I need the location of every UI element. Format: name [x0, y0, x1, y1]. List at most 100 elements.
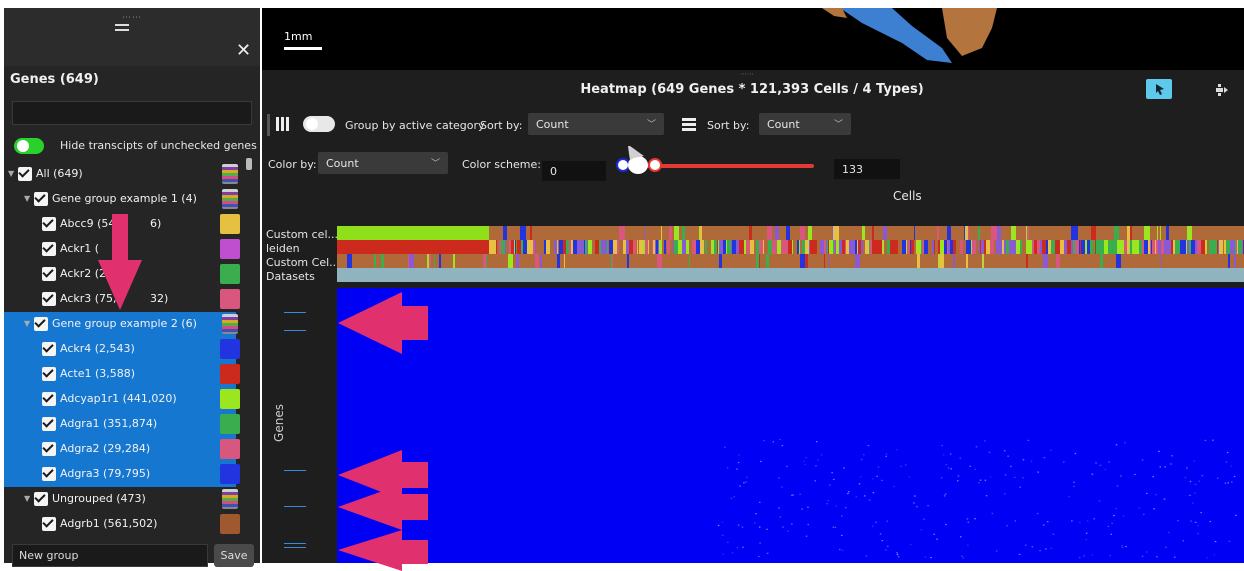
track-leiden [337, 240, 1244, 254]
gene-color-swatch[interactable] [220, 339, 240, 359]
export-icon[interactable] [1214, 82, 1230, 98]
gene-tree-row[interactable]: ▼ Ungrouped (473) [4, 487, 238, 512]
gene-color-swatch[interactable] [222, 164, 238, 184]
gene-tree-row[interactable]: Adgrb1 (561,502) [4, 512, 240, 537]
gene-tree-row[interactable]: Adcyap1r1 (441,020) [4, 387, 240, 412]
close-icon[interactable]: ✕ [236, 40, 251, 61]
caret-down-icon[interactable]: ▼ [24, 319, 30, 328]
gene-tick [284, 547, 306, 548]
hide-transcripts-toggle[interactable] [14, 138, 44, 154]
gene-color-swatch[interactable] [220, 464, 240, 484]
gene-checkbox[interactable] [42, 391, 56, 406]
spatial-view[interactable]: 1mm [262, 8, 1244, 70]
new-group-input[interactable]: New group [12, 544, 208, 567]
sort-by-value-cells: Count [536, 118, 569, 131]
gene-tree-row[interactable]: Adgra1 (351,874) [4, 412, 240, 437]
drag-handle-dots[interactable]: ⋯⋯ [122, 13, 142, 23]
gene-checkbox[interactable] [42, 291, 56, 306]
gene-tree-row[interactable]: ▼ Gene group example 2 (6) [4, 312, 238, 337]
gene-color-swatch[interactable] [222, 314, 238, 334]
track-label-leiden: leiden [266, 242, 300, 255]
gene-tree-row[interactable]: Ackr4 (2,543) [4, 337, 240, 362]
gene-checkbox[interactable] [42, 266, 56, 281]
gene-tree-row[interactable]: ▼ Gene group example 1 (4) [4, 187, 238, 212]
track-custom-cell [337, 226, 1244, 240]
heatmap-speckle [717, 438, 1237, 559]
chevron-down-icon: ﹀ [430, 159, 440, 169]
range-min-input[interactable]: 0 [542, 161, 606, 181]
gene-tree-label: Adgra2 (29,284) [60, 442, 151, 455]
gene-checkbox[interactable] [34, 316, 48, 331]
sort-by-select-cells[interactable]: Count ﹀ [528, 113, 664, 135]
annotation-tracks[interactable] [337, 226, 1244, 284]
gene-color-swatch[interactable] [220, 264, 240, 284]
save-button[interactable]: Save [214, 544, 254, 567]
annotation-arrow-left [338, 530, 428, 571]
gene-tree-label: Adgra3 (79,795) [60, 467, 151, 480]
gene-tree-label-suffix: 32) [150, 292, 169, 305]
gene-tick [284, 312, 306, 313]
gene-color-swatch[interactable] [220, 414, 240, 434]
gene-color-swatch[interactable] [220, 439, 240, 459]
pointer-icon [628, 146, 644, 160]
gene-checkbox[interactable] [42, 341, 56, 356]
caret-down-icon[interactable]: ▼ [8, 169, 14, 178]
scale-bar [284, 47, 322, 50]
gene-tree-row[interactable]: Adgra3 (79,795) [4, 462, 240, 487]
heatmap-title: Heatmap (649 Genes * 121,393 Cells / 4 T… [580, 82, 924, 97]
gene-color-swatch[interactable] [220, 514, 240, 534]
gene-checkbox[interactable] [18, 166, 32, 181]
gene-tick [284, 543, 306, 544]
gene-checkbox[interactable] [42, 516, 56, 531]
menu-icon[interactable] [115, 24, 129, 34]
gene-tree-label: All (649) [36, 167, 83, 180]
sort-by-label-cells: Sort by: [480, 119, 523, 132]
track-datasets [337, 268, 1244, 282]
rows-icon[interactable] [682, 116, 696, 135]
hide-transcripts-label: Hide transcipts of unchecked genes [60, 139, 257, 152]
gene-tree-row[interactable]: Adgra2 (29,284) [4, 437, 240, 462]
tissue-image [822, 8, 997, 63]
gene-checkbox[interactable] [42, 366, 56, 381]
gene-color-swatch[interactable] [220, 364, 240, 384]
tree-scrollbar[interactable] [246, 158, 252, 170]
caret-down-icon[interactable]: ▼ [24, 194, 30, 203]
sort-by-select-genes[interactable]: Count ﹀ [759, 113, 851, 135]
gene-checkbox[interactable] [42, 416, 56, 431]
gene-tree-row[interactable]: ▼ All (649) [4, 162, 238, 187]
gene-tree-label: Ungrouped (473) [52, 492, 146, 505]
gene-color-swatch[interactable] [220, 239, 240, 259]
color-by-select[interactable]: Count ﹀ [318, 152, 448, 174]
select-tool-button[interactable] [1146, 79, 1172, 99]
track-custom-cell-2 [337, 254, 1244, 268]
gene-checkbox[interactable] [42, 466, 56, 481]
gene-color-swatch[interactable] [220, 289, 240, 309]
gene-search-input[interactable] [12, 101, 252, 125]
gene-tick [284, 470, 306, 471]
gene-tree-label: Ackr1 ( [60, 242, 100, 255]
caret-down-icon[interactable]: ▼ [24, 494, 30, 503]
sort-by-value-genes: Count [767, 118, 800, 131]
panel-drag-handle[interactable]: ⋯⋯ [740, 70, 754, 78]
gene-tree-row[interactable]: Acte1 (3,588) [4, 362, 240, 387]
gene-tree-label: Ackr4 (2,543) [60, 342, 135, 355]
heatmap-canvas[interactable] [337, 288, 1244, 563]
gene-tree-label: Gene group example 1 (4) [52, 192, 197, 205]
range-max-input[interactable]: 133 [834, 159, 900, 179]
gene-color-swatch[interactable] [220, 389, 240, 409]
gene-tick [284, 330, 306, 331]
annotation-arrow-left [338, 292, 428, 354]
group-by-category-toggle[interactable] [303, 116, 335, 132]
gene-checkbox[interactable] [34, 191, 48, 206]
gene-color-swatch[interactable] [222, 189, 238, 209]
gene-tree-label-suffix: 6) [150, 217, 162, 230]
gene-checkbox[interactable] [42, 441, 56, 456]
columns-icon[interactable] [276, 116, 290, 136]
gene-checkbox[interactable] [34, 491, 48, 506]
gene-checkbox[interactable] [42, 241, 56, 256]
gene-checkbox[interactable] [42, 216, 56, 231]
sort-by-label-genes: Sort by: [707, 119, 750, 132]
chevron-down-icon: ﹀ [833, 120, 843, 130]
gene-color-swatch[interactable] [220, 214, 240, 234]
gene-color-swatch[interactable] [222, 489, 238, 509]
